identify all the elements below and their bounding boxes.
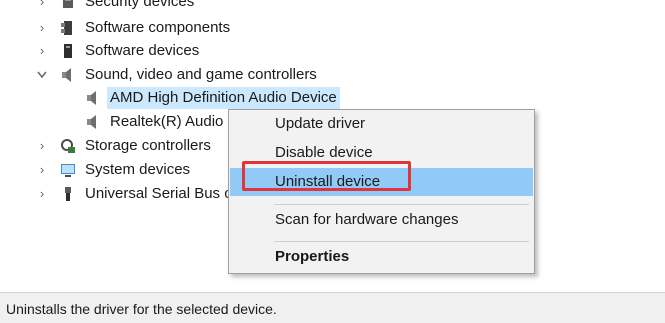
speaker-icon [87, 91, 96, 105]
tree-item-label: Storage controllers [85, 137, 211, 154]
tree-item-label: Sound, video and game controllers [85, 66, 317, 83]
speaker-icon [62, 68, 71, 82]
tree-item-label: System devices [85, 161, 191, 178]
chevron-right-icon[interactable]: › [34, 159, 50, 181]
menu-item-update-driver[interactable]: Update driver [230, 110, 533, 138]
tree-item-label: Realtek(R) Audio [110, 113, 224, 130]
tree-item-label: Software components [85, 19, 231, 36]
menu-item-label: Properties [275, 248, 350, 265]
status-bar: Uninstalls the driver for the selected d… [0, 292, 665, 323]
menu-item-label: Update driver [275, 115, 366, 132]
chevron-right-icon[interactable]: › [34, 135, 50, 157]
chevron-down-icon[interactable] [34, 69, 50, 81]
menu-item-label: Scan for hardware changes [275, 211, 459, 228]
menu-separator [274, 204, 529, 205]
menu-item-properties[interactable]: Properties [230, 243, 533, 271]
chevron-right-icon[interactable]: › [34, 40, 50, 62]
tree-item-label: AMD High Definition Audio Device [107, 87, 340, 109]
tree-item-label: Software devices [85, 42, 200, 59]
chevron-right-icon[interactable]: › [34, 17, 50, 39]
status-text: Uninstalls the driver for the selected d… [6, 301, 277, 317]
menu-separator [274, 241, 529, 242]
chevron-right-icon[interactable]: › [34, 0, 50, 13]
usb-icon [65, 187, 71, 201]
speaker-icon [87, 115, 96, 129]
storage-controller-icon [61, 139, 75, 153]
software-device-icon [64, 44, 72, 58]
system-device-icon [61, 164, 75, 177]
menu-item-scan-hardware[interactable]: Scan for hardware changes [230, 206, 533, 234]
callout-highlight-box [242, 161, 411, 191]
context-menu: Update driver Disable device Uninstall d… [228, 109, 535, 274]
security-device-icon [63, 0, 73, 8]
software-component-icon [61, 21, 72, 35]
chevron-right-icon[interactable]: › [34, 183, 50, 205]
tree-item-label: Universal Serial Bus c [85, 185, 232, 202]
tree-item-label: Security devices [85, 0, 195, 10]
